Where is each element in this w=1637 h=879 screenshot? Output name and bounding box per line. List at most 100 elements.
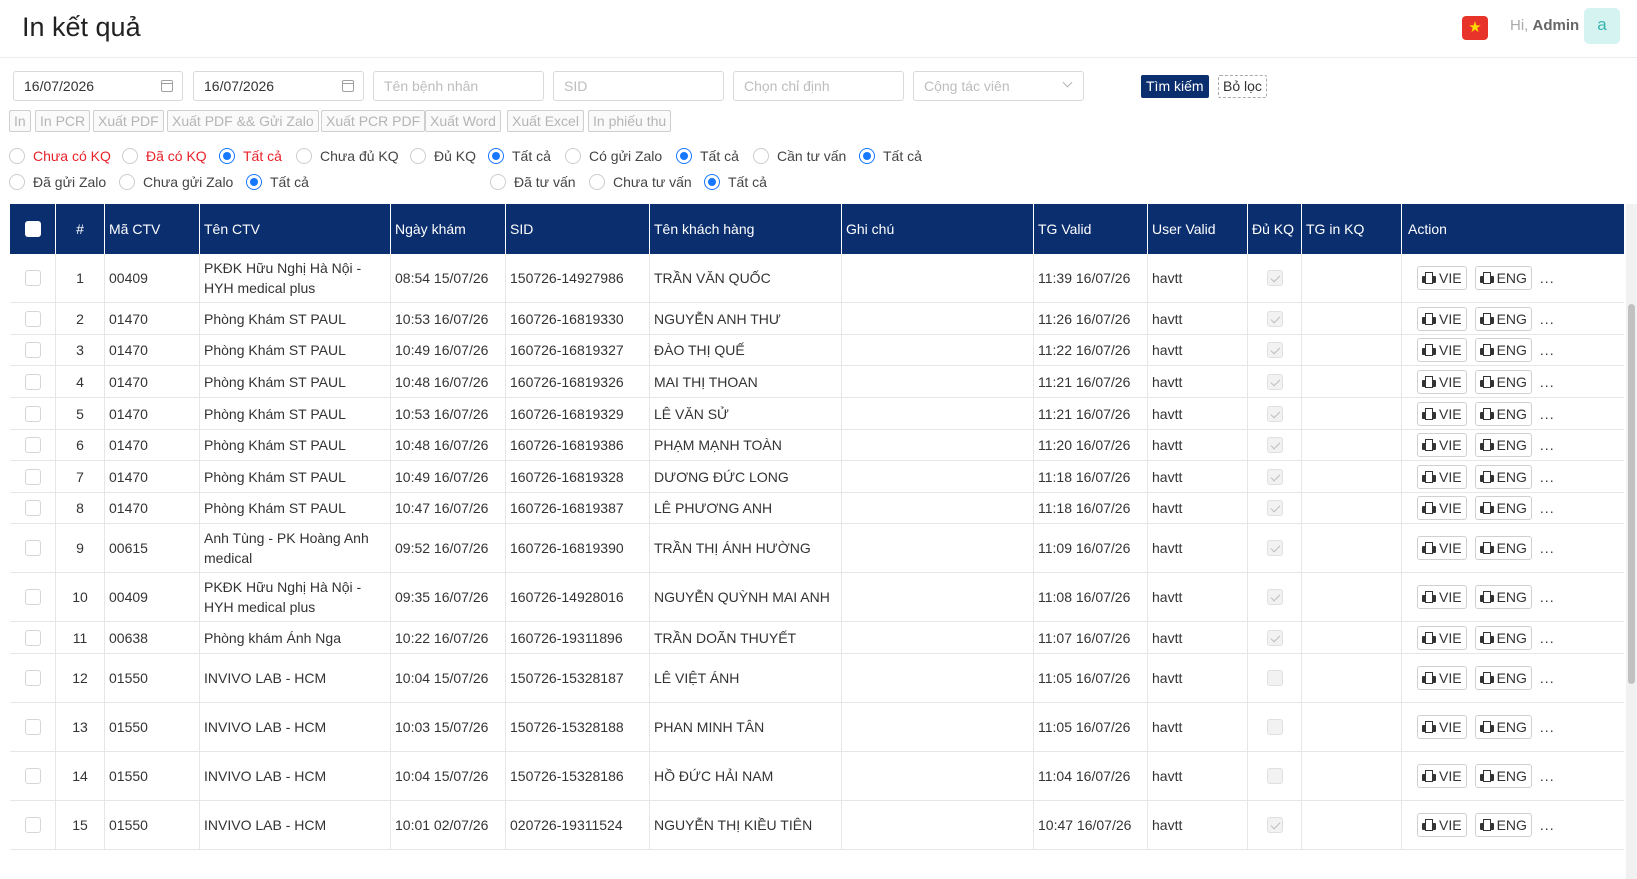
more-actions-button[interactable]: ... [1540, 309, 1555, 329]
table-row[interactable]: 14 01550 INVIVO LAB - HCM 10:04 15/07/26 150… [10, 752, 1624, 801]
print-vie-button[interactable]: VIE [1417, 464, 1467, 489]
table-row[interactable]: 3 01470 Phòng Khám ST PAUL 10:49 16/07/26 16… [10, 335, 1624, 366]
more-actions-button[interactable]: ... [1540, 717, 1555, 737]
row-checkbox[interactable] [24, 342, 41, 358]
print-eng-button[interactable]: ENG [1474, 666, 1532, 690]
table-row[interactable]: 13 01550 INVIVO LAB - HCM 10:03 15/07/26 150… [10, 703, 1624, 752]
print-eng-button[interactable]: ENG [1474, 496, 1532, 520]
print-eng-button[interactable]: ENG [1474, 401, 1532, 426]
to-date-field[interactable]: 16/07/2026 [193, 71, 364, 101]
print-vie-button[interactable]: VIE [1417, 401, 1467, 426]
print-eng-button[interactable]: ENG [1474, 464, 1532, 489]
export-pdf-button[interactable]: Xuất PDF [93, 110, 164, 132]
order-select[interactable]: Chọn chỉ định [733, 71, 904, 101]
more-actions-button[interactable]: ... [1540, 538, 1555, 558]
row-ghi-chu [842, 461, 1034, 492]
sid-input[interactable]: SID [553, 71, 724, 101]
export-pdf-zalo-button[interactable]: Xuất PDF && Gửi Zalo [167, 110, 319, 132]
from-date-field[interactable]: 16/07/2026 [13, 71, 183, 101]
print-eng-button[interactable]: ENG [1474, 338, 1532, 362]
clear-filter-button[interactable]: Bỏ lọc [1218, 75, 1267, 98]
more-actions-button[interactable]: ... [1540, 372, 1555, 392]
print-eng-button[interactable]: ENG [1474, 813, 1532, 837]
table-row[interactable]: 12 01550 INVIVO LAB - HCM 10:04 15/07/26 150… [10, 654, 1624, 703]
row-checkbox[interactable] [24, 817, 41, 833]
print-eng-button[interactable]: ENG [1474, 764, 1532, 788]
more-actions-button[interactable]: ... [1540, 815, 1555, 835]
header-select-all[interactable] [10, 204, 56, 254]
more-actions-button[interactable]: ... [1540, 435, 1555, 455]
scrollbar-thumb[interactable] [1628, 304, 1635, 684]
row-checkbox[interactable] [24, 670, 41, 686]
table-row[interactable]: 5 01470 Phòng Khám ST PAUL 10:53 16/07/26 16… [10, 398, 1624, 430]
search-button[interactable]: Tìm kiếm [1141, 75, 1209, 98]
avatar[interactable]: a [1584, 8, 1620, 44]
print-vie-button[interactable]: VIE [1417, 666, 1467, 690]
select-all-checkbox[interactable] [25, 221, 41, 237]
print-eng-button[interactable]: ENG [1474, 306, 1532, 331]
row-checkbox[interactable] [24, 405, 41, 422]
vietnam-flag-icon[interactable]: ★ [1462, 16, 1488, 40]
print-eng-button[interactable]: ENG [1474, 585, 1532, 609]
more-actions-button[interactable]: ... [1540, 268, 1555, 288]
row-checkbox[interactable] [24, 310, 41, 327]
row-checkbox[interactable] [24, 589, 41, 605]
table-row[interactable]: 11 00638 Phòng khám Ánh Nga 10:22 16/07/26 1… [10, 622, 1624, 654]
row-checkbox[interactable] [24, 373, 41, 390]
export-word-button[interactable]: Xuất Word [425, 110, 501, 132]
table-row[interactable]: 10 00409 PKĐK Hữu Nghị Hà Nội - HYH medica… [10, 573, 1624, 622]
export-excel-button[interactable]: Xuất Excel [507, 110, 584, 132]
ctv-select[interactable]: Cộng tác viên [913, 71, 1084, 101]
print-eng-button[interactable]: ENG [1474, 369, 1532, 394]
table-row[interactable]: 6 01470 Phòng Khám ST PAUL 10:48 16/07/26 16… [10, 430, 1624, 461]
more-actions-button[interactable]: ... [1540, 587, 1555, 607]
row-checkbox[interactable] [24, 437, 41, 453]
print-eng-button[interactable]: ENG [1474, 266, 1532, 290]
row-checkbox[interactable] [24, 500, 41, 516]
more-actions-button[interactable]: ... [1540, 498, 1555, 518]
print-vie-button[interactable]: VIE [1417, 813, 1467, 837]
print-vie-button[interactable]: VIE [1417, 715, 1467, 739]
table-row[interactable]: 1 00409 PKĐK Hữu Nghị Hà Nội - HYH medical… [10, 254, 1624, 303]
print-button[interactable]: In [9, 110, 31, 132]
more-actions-button[interactable]: ... [1540, 340, 1555, 360]
print-eng-button[interactable]: ENG [1474, 433, 1532, 457]
print-vie-button[interactable]: VIE [1417, 369, 1467, 394]
print-vie-button[interactable]: VIE [1417, 764, 1467, 788]
vertical-scrollbar[interactable] [1626, 204, 1637, 879]
row-checkbox[interactable] [24, 270, 41, 286]
print-vie-button[interactable]: VIE [1417, 625, 1467, 650]
user-greeting[interactable]: Hi, Admin [1510, 17, 1579, 34]
print-eng-button[interactable]: ENG [1474, 625, 1532, 650]
print-eng-button[interactable]: ENG [1474, 715, 1532, 739]
row-checkbox[interactable] [24, 468, 41, 485]
print-receipt-button[interactable]: In phiếu thu [588, 110, 672, 132]
more-actions-button[interactable]: ... [1540, 668, 1555, 688]
row-checkbox[interactable] [24, 768, 41, 784]
patient-name-input[interactable]: Tên bệnh nhân [373, 71, 544, 101]
print-vie-button[interactable]: VIE [1417, 306, 1467, 331]
table-row[interactable]: 7 01470 Phòng Khám ST PAUL 10:49 16/07/26 16… [10, 461, 1624, 493]
export-pcr-pdf-button[interactable]: Xuất PCR PDF [321, 110, 426, 132]
print-vie-button[interactable]: VIE [1417, 433, 1467, 457]
action-label: ENG [1496, 589, 1527, 605]
table-row[interactable]: 15 01550 INVIVO LAB - HCM 10:01 02/07/26 020… [10, 801, 1624, 850]
print-pcr-button[interactable]: In PCR [35, 110, 91, 132]
print-vie-button[interactable]: VIE [1417, 585, 1467, 609]
more-actions-button[interactable]: ... [1540, 404, 1555, 424]
row-checkbox[interactable] [24, 719, 41, 735]
print-vie-button[interactable]: VIE [1417, 496, 1467, 520]
table-row[interactable]: 4 01470 Phòng Khám ST PAUL 10:48 16/07/26 16… [10, 366, 1624, 398]
table-row[interactable]: 2 01470 Phòng Khám ST PAUL 10:53 16/07/26 16… [10, 303, 1624, 335]
more-actions-button[interactable]: ... [1540, 766, 1555, 786]
row-checkbox[interactable] [24, 629, 41, 646]
row-checkbox[interactable] [24, 540, 41, 556]
print-vie-button[interactable]: VIE [1417, 338, 1467, 362]
print-eng-button[interactable]: ENG [1474, 536, 1532, 560]
print-vie-button[interactable]: VIE [1417, 266, 1467, 290]
print-vie-button[interactable]: VIE [1417, 536, 1467, 560]
table-row[interactable]: 9 00615 Anh Tùng - PK Hoàng Anh medical 09:… [10, 524, 1624, 573]
more-actions-button[interactable]: ... [1540, 467, 1555, 487]
table-row[interactable]: 8 01470 Phòng Khám ST PAUL 10:47 16/07/26 16… [10, 493, 1624, 524]
more-actions-button[interactable]: ... [1540, 628, 1555, 648]
